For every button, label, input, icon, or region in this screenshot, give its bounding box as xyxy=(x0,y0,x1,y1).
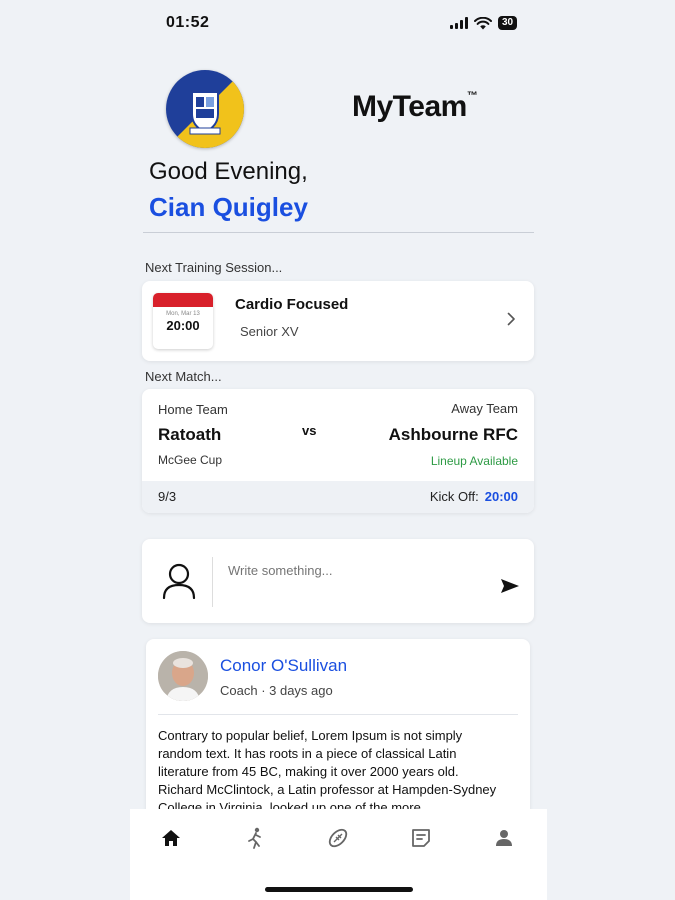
match-date: 9/3 xyxy=(158,489,177,504)
profile-icon xyxy=(496,830,512,846)
post-composer xyxy=(142,539,534,623)
composer-separator xyxy=(212,557,213,607)
rugby-ball-icon xyxy=(328,828,348,848)
chevron-right-icon xyxy=(507,312,515,326)
club-logo xyxy=(166,70,244,148)
header-divider xyxy=(143,232,534,233)
match-footer: 9/3 Kick Off: 20:00 xyxy=(142,481,534,513)
status-icons: 30 xyxy=(450,14,518,32)
greeting-text: Good Evening, xyxy=(149,158,308,185)
kickoff-label: Kick Off: xyxy=(429,489,479,504)
user-avatar-icon xyxy=(162,563,196,599)
kickoff-info: Kick Off: 20:00 xyxy=(430,489,518,504)
training-section-label: Next Training Session... xyxy=(145,260,283,275)
next-match-card[interactable]: Home Team Ratoath McGee Cup vs Away Team… xyxy=(142,389,534,513)
author-avatar[interactable] xyxy=(158,651,208,701)
training-title: Cardio Focused xyxy=(235,296,349,313)
away-team-label: Away Team xyxy=(451,401,518,416)
tab-matches[interactable] xyxy=(326,827,350,849)
versus-label: vs xyxy=(302,423,317,438)
training-team: Senior XV xyxy=(240,324,299,339)
match-section-label: Next Match... xyxy=(145,369,222,384)
calendar-time: 20:00 xyxy=(166,318,200,333)
tab-training[interactable] xyxy=(243,827,267,849)
user-name: Cian Quigley xyxy=(149,192,308,222)
away-team-name: Ashbourne RFC xyxy=(388,425,518,444)
post-input[interactable] xyxy=(228,563,488,578)
tab-profile[interactable] xyxy=(492,827,516,849)
brand-name: MyTeam xyxy=(352,90,467,123)
wifi-icon xyxy=(474,16,492,29)
tab-bar xyxy=(130,809,547,900)
kickoff-time: 20:00 xyxy=(484,489,518,504)
calendar-date: Mon, Mar 13 xyxy=(166,311,200,317)
home-team-name: Ratoath xyxy=(158,425,222,444)
cellular-signal-icon xyxy=(450,17,468,29)
post-body: Contrary to popular belief, Lorem Ipsum … xyxy=(158,728,497,815)
post-author[interactable]: Conor O'Sullivan xyxy=(220,656,347,676)
home-indicator[interactable] xyxy=(265,887,413,892)
notes-icon xyxy=(412,829,430,847)
tab-home[interactable] xyxy=(159,827,183,849)
post-meta: Coach · 3 days ago xyxy=(220,683,333,698)
home-icon xyxy=(162,830,180,846)
app-screen: 01:52 30 MyTeam™ Good Evening, Cian Quig… xyxy=(0,0,675,900)
calendar-header xyxy=(153,293,213,307)
tab-notes[interactable] xyxy=(409,827,433,849)
competition-name: McGee Cup xyxy=(158,453,223,467)
status-time: 01:52 xyxy=(166,14,210,31)
brand-title: MyTeam™ xyxy=(352,90,478,124)
trademark-mark: ™ xyxy=(466,90,478,102)
calendar-icon: Mon, Mar 13 20:00 xyxy=(153,293,213,349)
post-divider xyxy=(158,714,518,715)
send-icon[interactable] xyxy=(500,578,520,594)
lineup-status[interactable]: Lineup Available xyxy=(431,454,518,468)
battery-icon: 30 xyxy=(498,16,518,30)
running-player-icon xyxy=(248,827,261,849)
home-team-label: Home Team xyxy=(158,402,228,417)
training-session-card[interactable]: Mon, Mar 13 20:00 Cardio Focused Senior … xyxy=(142,281,534,361)
